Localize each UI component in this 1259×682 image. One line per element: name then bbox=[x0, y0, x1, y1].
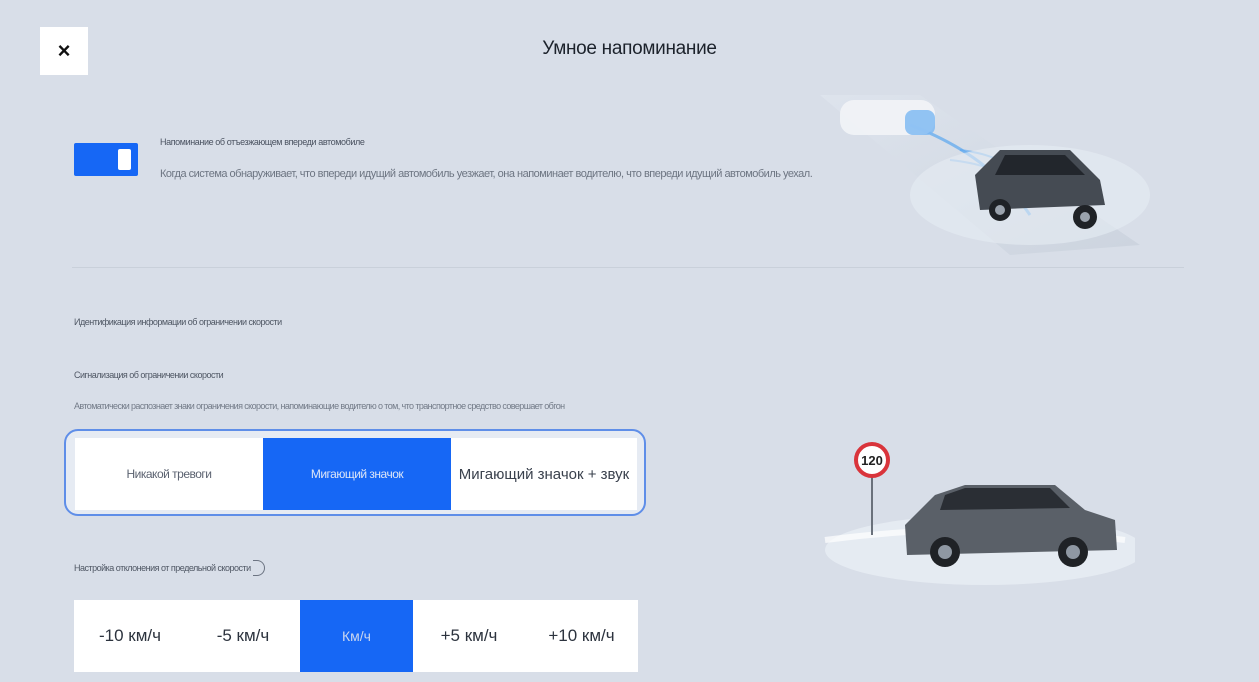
speed-limit-alert-selector: Никакой тревоги Мигающий значок Мигающий… bbox=[64, 429, 646, 516]
deviation-option-minus5[interactable]: -5 км/ч bbox=[186, 600, 300, 672]
alert-option-flashing-icon[interactable]: Мигающий значок bbox=[263, 438, 451, 510]
departure-reminder-title: Напоминание об отъезжающем впереди автом… bbox=[160, 137, 365, 147]
speed-info-section-label: Идентификация информации об ограничении … bbox=[74, 317, 282, 327]
deviation-option-zero[interactable]: Км/ч bbox=[300, 600, 413, 672]
speed-deviation-selector: -10 км/ч -5 км/ч Км/ч +5 км/ч +10 км/ч bbox=[74, 600, 638, 672]
toggle-knob bbox=[118, 149, 131, 170]
page-title: Умное напоминание bbox=[542, 38, 717, 59]
speed-limit-alert-title: Сигнализация об ограничении скорости bbox=[74, 370, 224, 380]
speed-limit-illustration: 120 bbox=[824, 442, 1135, 585]
speed-deviation-label-row: Настройка отклонения от предельной скоро… bbox=[74, 560, 265, 576]
speed-deviation-label: Настройка отклонения от предельной скоро… bbox=[74, 563, 251, 573]
speed-sign-value: 120 bbox=[861, 453, 883, 468]
speed-limit-alert-description: Автоматически распознает знаки ограничен… bbox=[74, 401, 565, 411]
departure-reminder-toggle[interactable] bbox=[74, 143, 138, 176]
deviation-option-plus5[interactable]: +5 км/ч bbox=[413, 600, 525, 672]
deviation-option-plus10[interactable]: +10 км/ч bbox=[525, 600, 638, 672]
departure-reminder-illustration bbox=[820, 95, 1150, 255]
info-icon[interactable] bbox=[252, 560, 265, 576]
section-divider bbox=[72, 267, 1184, 268]
deviation-option-minus10[interactable]: -10 км/ч bbox=[74, 600, 186, 672]
alert-option-flashing-icon-sound[interactable]: Мигающий значок + звук bbox=[451, 438, 637, 510]
alert-option-none[interactable]: Никакой тревоги bbox=[75, 438, 263, 510]
departure-reminder-description: Когда система обнаруживает, что впереди … bbox=[160, 168, 813, 180]
